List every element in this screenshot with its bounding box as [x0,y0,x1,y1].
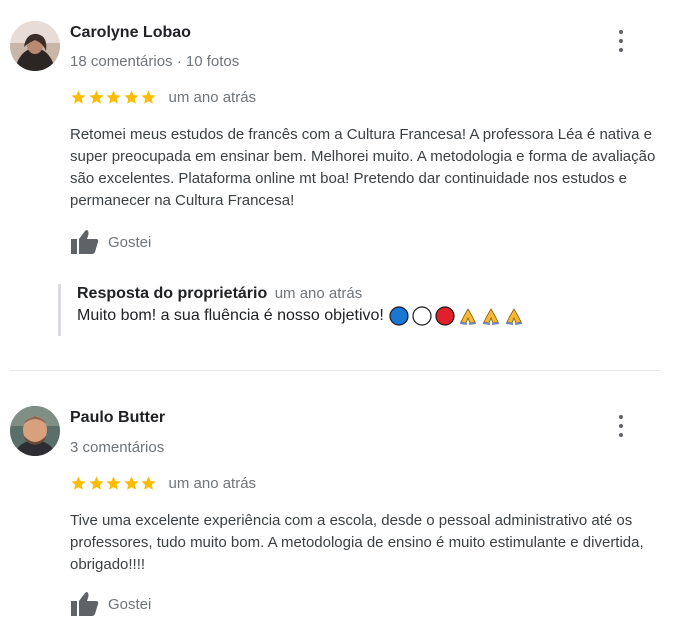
thumbs-up-icon [71,592,99,616]
reviewer-name[interactable]: Paulo Butter [70,409,165,427]
star-icon [106,476,121,490]
star-icon [141,476,156,490]
reviewer-stats[interactable]: 3 comentários [70,439,164,456]
like-button[interactable]: Gostei [70,590,151,618]
more-options-icon[interactable] [611,415,631,437]
review-card: Paulo Butter 3 comentários um ano atrás … [0,0,681,632]
star-rating: um ano atrás [70,475,256,492]
avatar-photo [10,406,60,456]
star-icon [88,476,104,490]
review-text: Tive uma excelente experiência com a esc… [70,512,644,573]
like-label: Gostei [108,595,152,613]
review-time: um ano atrás [168,475,257,492]
avatar[interactable] [10,406,60,456]
star-icon [123,476,139,490]
star-icon [71,476,86,490]
